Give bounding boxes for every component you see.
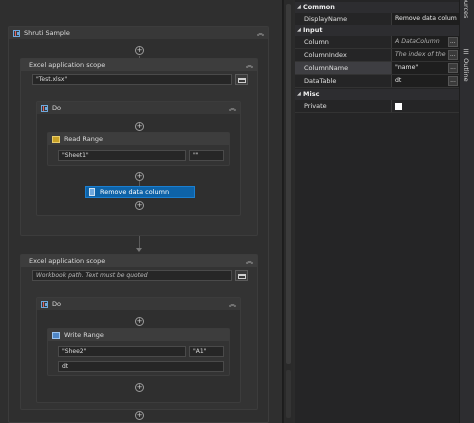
remove-data-column-title: Remove data column — [100, 188, 170, 196]
remove-column-icon — [89, 188, 95, 196]
add-activity-button[interactable]: + — [135, 411, 144, 420]
property-value-input[interactable]: Remove data colum — [391, 13, 459, 25]
property-value: "name" — [395, 64, 419, 71]
remove-data-column-activity[interactable]: Remove data column — [85, 186, 195, 198]
category-common[interactable]: ◢ Common — [295, 2, 459, 13]
property-columnindex[interactable]: ColumnIndex The index of the ... — [295, 49, 459, 62]
write-start-cell-input[interactable]: "A1" — [189, 346, 224, 357]
scope-header[interactable]: Excel application scope ︽ — [21, 255, 257, 267]
read-range-title: Read Range — [64, 135, 103, 143]
sequence-title: Shruti Sample — [24, 29, 70, 37]
property-column[interactable]: Column A DataColumn ... — [295, 36, 459, 49]
add-activity-button[interactable]: + — [135, 46, 144, 55]
scrollbar-track[interactable] — [286, 370, 291, 418]
tab-outline-label: Outline — [462, 58, 470, 82]
write-range-title: Write Range — [64, 331, 104, 339]
scope-title: Excel application scope — [29, 257, 106, 265]
property-value: The index of the — [395, 51, 446, 58]
collapse-icon[interactable]: ︽ — [229, 299, 236, 309]
property-name: Private — [304, 102, 327, 110]
category-label: Misc — [303, 90, 320, 98]
outline-icon: ☰ — [462, 48, 470, 59]
collapse-icon[interactable]: ︽ — [229, 103, 236, 113]
read-sheet-input[interactable]: "Sheet1" — [58, 150, 186, 161]
property-name: DataTable — [304, 77, 337, 85]
write-datatable-input[interactable]: dt — [58, 361, 224, 372]
workflow-designer: Shruti Sample ︽ + Excel application scop… — [0, 0, 283, 423]
add-activity-button[interactable]: + — [135, 317, 144, 326]
expand-icon[interactable]: ◢ — [297, 25, 301, 36]
property-name: ColumnName — [295, 62, 391, 74]
write-sheet-input[interactable]: "Shee2" — [58, 346, 186, 357]
do-header[interactable]: Do ︽ — [37, 298, 240, 310]
add-activity-button[interactable]: + — [135, 172, 144, 181]
property-private[interactable]: Private — [295, 100, 459, 113]
read-range-input[interactable]: "" — [189, 150, 224, 161]
sequence-icon — [41, 300, 48, 308]
ellipsis-button[interactable]: ... — [448, 63, 458, 73]
expand-icon[interactable]: ◢ — [297, 2, 301, 13]
collapse-icon[interactable]: ︽ — [246, 256, 253, 266]
collapse-icon[interactable]: ︽ — [257, 28, 264, 38]
do-title: Do — [52, 104, 61, 112]
property-value-input[interactable] — [391, 100, 459, 112]
tab-object-resources[interactable]: Object Resources — [462, 0, 470, 18]
write-range-icon — [52, 331, 60, 339]
properties-panel: ◢ Common DisplayName Remove data colum ◢… — [295, 0, 459, 423]
expand-icon[interactable]: ◢ — [297, 89, 301, 100]
browse-folder-icon[interactable] — [235, 74, 248, 85]
ellipsis-button[interactable]: ... — [448, 76, 458, 86]
add-activity-button[interactable]: + — [135, 122, 144, 131]
property-value-input[interactable]: "name" ... — [391, 62, 459, 74]
property-name: Column — [304, 38, 329, 46]
private-checkbox[interactable] — [395, 103, 402, 110]
property-value: dt — [395, 77, 402, 84]
category-label: Common — [303, 3, 335, 11]
tab-outline[interactable]: ☰ Outline — [462, 48, 470, 82]
property-value-input[interactable]: dt ... — [391, 75, 459, 87]
side-tab-strip: Object Resources ☰ Outline — [459, 0, 474, 423]
add-activity-button[interactable]: + — [135, 383, 144, 392]
collapse-icon[interactable]: ︽ — [246, 60, 253, 70]
read-range-header[interactable]: Read Range — [48, 133, 229, 145]
ellipsis-button[interactable]: ... — [448, 50, 458, 60]
connector-arrow — [136, 248, 142, 252]
sequence-icon — [41, 104, 48, 112]
excel-icon — [52, 135, 60, 143]
sequence-header[interactable]: Shruti Sample ︽ — [9, 27, 268, 39]
scrollbar-thumb[interactable] — [286, 4, 291, 364]
property-value-input[interactable]: A DataColumn ... — [391, 36, 459, 48]
workbook-path-input[interactable]: Workbook path. Text must be quoted — [32, 270, 232, 281]
do-header[interactable]: Do ︽ — [37, 102, 240, 114]
property-name: DisplayName — [304, 15, 348, 23]
property-columnname[interactable]: ColumnName "name" ... — [295, 62, 459, 75]
category-misc[interactable]: ◢ Misc — [295, 89, 459, 100]
property-value: A DataColumn — [395, 38, 440, 45]
sequence-icon — [13, 29, 20, 37]
property-name: ColumnIndex — [304, 51, 347, 59]
connector-line — [139, 236, 140, 248]
category-input[interactable]: ◢ Input — [295, 25, 459, 36]
workbook-path-input[interactable]: "Test.xlsx" — [32, 74, 232, 85]
write-range-header[interactable]: Write Range — [48, 329, 229, 341]
ellipsis-button[interactable]: ... — [448, 37, 458, 47]
designer-scrollbar[interactable] — [283, 0, 293, 423]
property-datatable[interactable]: DataTable dt ... — [295, 75, 459, 88]
do-title: Do — [52, 300, 61, 308]
browse-folder-icon[interactable] — [235, 270, 248, 281]
property-value-input[interactable]: The index of the ... — [391, 49, 459, 61]
add-activity-button[interactable]: + — [135, 201, 144, 210]
scope-title: Excel application scope — [29, 61, 106, 69]
category-label: Input — [303, 26, 323, 34]
scope-header[interactable]: Excel application scope ︽ — [21, 59, 257, 71]
